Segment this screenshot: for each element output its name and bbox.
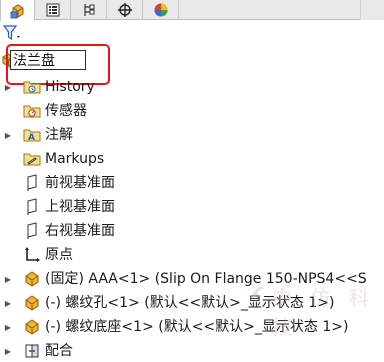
tree-item-label: 传感器 — [45, 103, 87, 119]
expand-arrow-icon[interactable]: ▶ — [3, 346, 13, 356]
svg-text:A: A — [28, 133, 35, 143]
tab-displaymanager[interactable] — [144, 0, 179, 20]
history-folder-icon — [23, 78, 41, 96]
tree-item-markups[interactable]: Markups — [0, 147, 384, 171]
tree-item-label: 前视基准面 — [45, 175, 115, 191]
expand-arrow-icon[interactable]: ▶ — [3, 322, 13, 332]
sensor-icon — [23, 102, 41, 120]
dimxpert-icon — [118, 3, 132, 17]
annotation-icon: A — [23, 126, 41, 144]
component-icon — [23, 270, 41, 288]
tab-scroll-area — [360, 0, 384, 20]
tree-item-label: History — [45, 79, 95, 95]
filter-icon — [2, 25, 20, 41]
tree-item-label: 原点 — [45, 247, 73, 263]
manager-tab-bar — [0, 0, 384, 21]
tree-item-label: 配合 — [45, 343, 73, 359]
component-icon — [23, 294, 41, 312]
plane-icon — [23, 198, 41, 216]
tree-item-front-plane[interactable]: 前视基准面 — [0, 171, 384, 195]
tree-item-label: Markups — [45, 151, 105, 167]
expand-arrow-icon[interactable]: ▶ — [3, 130, 13, 140]
propertymanager-icon — [46, 3, 60, 17]
tree-item-history[interactable]: ▶ History — [0, 75, 384, 99]
displaymanager-icon — [154, 3, 168, 17]
tree-item-sensors[interactable]: 传感器 — [0, 99, 384, 123]
tree-item-top-plane[interactable]: 上视基准面 — [0, 195, 384, 219]
mates-icon — [23, 342, 41, 360]
origin-icon — [23, 246, 41, 264]
plane-icon — [23, 174, 41, 192]
expand-arrow-icon[interactable]: ▶ — [3, 274, 13, 284]
watermark-text: 中 仿 科 技 — [272, 286, 375, 339]
filter-button[interactable] — [2, 24, 23, 46]
filter-row — [0, 21, 384, 45]
markup-icon — [23, 150, 41, 168]
expand-arrow-icon[interactable]: ▶ — [3, 82, 13, 92]
expand-arrow-icon[interactable]: ▶ — [3, 298, 13, 308]
tree-item-origin[interactable]: 原点 — [0, 243, 384, 267]
tab-dimxpert[interactable] — [108, 0, 143, 20]
tree-item-right-plane[interactable]: 右视基准面 — [0, 219, 384, 243]
featuremanager-icon — [10, 3, 23, 18]
tab-featuremanager[interactable] — [0, 0, 35, 21]
tree-item-annotations[interactable]: ▶ A 注解 — [0, 123, 384, 147]
component-icon — [23, 318, 41, 336]
tab-propertymanager[interactable] — [36, 0, 71, 20]
tree-item-label: 上视基准面 — [45, 199, 115, 215]
tree-item-label: 右视基准面 — [45, 223, 115, 239]
configurationmanager-icon — [84, 4, 95, 16]
plane-icon — [23, 222, 41, 240]
tab-configurationmanager[interactable] — [72, 0, 107, 20]
tree-item-label: 注解 — [45, 127, 73, 143]
tree-item-mates[interactable]: ▶ 配合 — [0, 339, 384, 362]
watermark-logo-icon — [251, 286, 265, 297]
